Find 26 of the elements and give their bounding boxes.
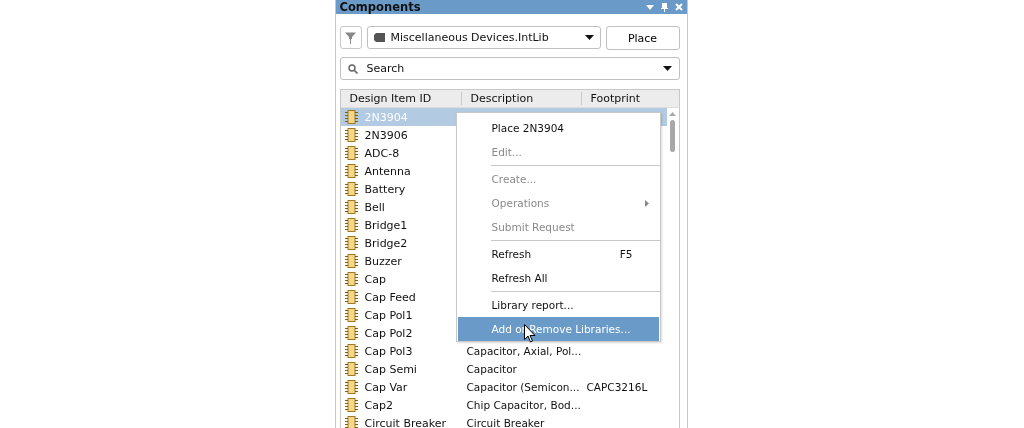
table-cell: Cap Pol2 bbox=[364, 326, 413, 340]
table-cell-text: Chip Capacitor, Bod... bbox=[465, 398, 581, 411]
table-cell: Cap Semi bbox=[364, 362, 417, 376]
table-cell: Cap2 bbox=[364, 398, 393, 412]
table-cell: Antenna bbox=[364, 164, 411, 178]
table-cell: ADC-8 bbox=[364, 146, 400, 160]
shortcut-label: F5 bbox=[619, 248, 633, 260]
table-cell: Bridge1 bbox=[364, 218, 408, 232]
table-cell-text: Capacitor, Axial, Pol... bbox=[465, 344, 582, 357]
table-cell: 2N3904 bbox=[364, 110, 408, 124]
table-cell: Cap Feed bbox=[364, 290, 416, 304]
table-cell: Cap bbox=[364, 272, 386, 286]
table-cell: Buzzer bbox=[364, 254, 402, 268]
table-cell: Circuit Breaker bbox=[364, 416, 446, 428]
table-cell: Bell bbox=[364, 200, 385, 214]
table-cell-text: Capacitor (Semicon... bbox=[465, 380, 580, 393]
table-cell-text: Capacitor bbox=[465, 362, 517, 375]
table-cell: Cap Pol1 bbox=[364, 308, 413, 322]
table-cell-text: CAPC3216L bbox=[585, 380, 648, 393]
table-cell: Cap Var bbox=[364, 380, 408, 394]
table-cell: Battery bbox=[364, 182, 406, 196]
table-cell: Bridge2 bbox=[364, 236, 408, 250]
table-cell: Cap Pol3 bbox=[364, 344, 413, 358]
table-cell-text: Circuit Breaker bbox=[465, 416, 545, 428]
panel-title: Components bbox=[339, 0, 421, 14]
table-cell: 2N3906 bbox=[364, 128, 408, 142]
